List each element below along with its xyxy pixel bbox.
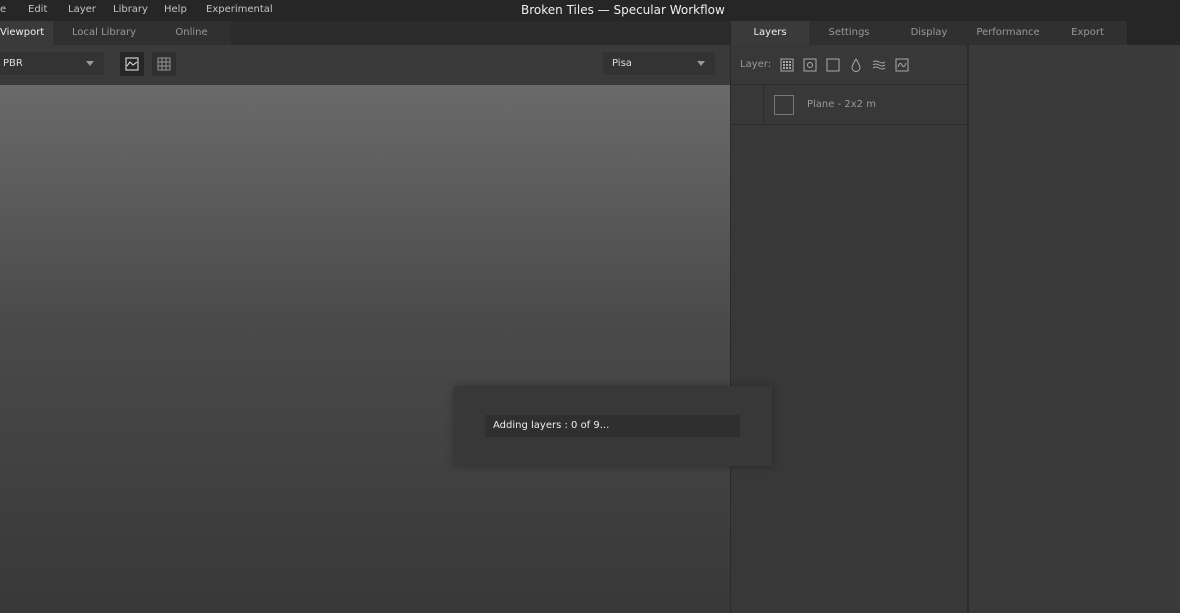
layer-label: Layer: (740, 59, 772, 70)
waves-icon[interactable] (872, 58, 886, 72)
layer-add-toolbar: Layer: (731, 45, 967, 85)
tab-display[interactable]: Display (889, 21, 969, 45)
shading-mode-select[interactable]: PBR (0, 52, 104, 75)
tab-viewport[interactable]: Viewport (0, 21, 53, 45)
graph-icon (125, 57, 139, 71)
tab-online[interactable]: Online (152, 21, 231, 45)
environment-select[interactable]: Pisa (603, 52, 715, 75)
window-title: Broken Tiles — Specular Workflow (521, 3, 725, 17)
tab-performance[interactable]: Performance (969, 21, 1047, 45)
environment-value: Pisa (612, 58, 632, 69)
menu-experimental[interactable]: Experimental (206, 4, 273, 15)
3d-viewport[interactable] (0, 85, 730, 613)
chevron-down-icon (86, 61, 94, 66)
tab-export[interactable]: Export (1048, 21, 1127, 45)
chevron-down-icon (697, 61, 705, 66)
properties-panel (969, 45, 1180, 613)
menu-library[interactable]: Library (113, 4, 148, 15)
tab-bar-filler (1127, 21, 1180, 45)
paint-layer-icon[interactable] (803, 58, 817, 72)
layer-name: Plane - 2x2 m (807, 99, 876, 110)
graph-view-button[interactable] (120, 52, 144, 76)
layer-row[interactable]: Plane - 2x2 m (731, 85, 967, 125)
menu-file[interactable]: e (0, 4, 6, 15)
left-tabs: Viewport Local Library Online (0, 21, 231, 45)
viewport-toolbar: PBR Pisa (0, 45, 730, 85)
menu-layer[interactable]: Layer (68, 4, 96, 15)
layers-panel: Layer: Plane - 2x2 m (731, 45, 968, 613)
shading-mode-value: PBR (3, 58, 23, 69)
right-tabs: Layers Settings Display Performance Expo… (731, 21, 1127, 45)
progress-text: Adding layers : 0 of 9... (493, 420, 610, 431)
tab-layers[interactable]: Layers (731, 21, 809, 45)
drop-icon[interactable] (849, 57, 863, 72)
layer-visibility-cell[interactable] (731, 85, 764, 125)
menu-edit[interactable]: Edit (28, 4, 47, 15)
group-layer-icon[interactable] (826, 58, 840, 72)
menu-bar: e Edit Layer Library Help Experimental B… (0, 0, 1180, 21)
grid-icon (157, 57, 171, 71)
curve-filter-icon[interactable] (895, 58, 909, 72)
fill-layer-icon[interactable] (780, 58, 794, 72)
progress-bar: Adding layers : 0 of 9... (485, 415, 740, 437)
tab-local-library[interactable]: Local Library (58, 21, 150, 45)
progress-dialog: Adding layers : 0 of 9... (454, 386, 772, 466)
layer-thumbnail (774, 95, 794, 115)
tab-settings[interactable]: Settings (810, 21, 888, 45)
menu-help[interactable]: Help (164, 4, 187, 15)
grid-toggle-button[interactable] (152, 52, 176, 76)
